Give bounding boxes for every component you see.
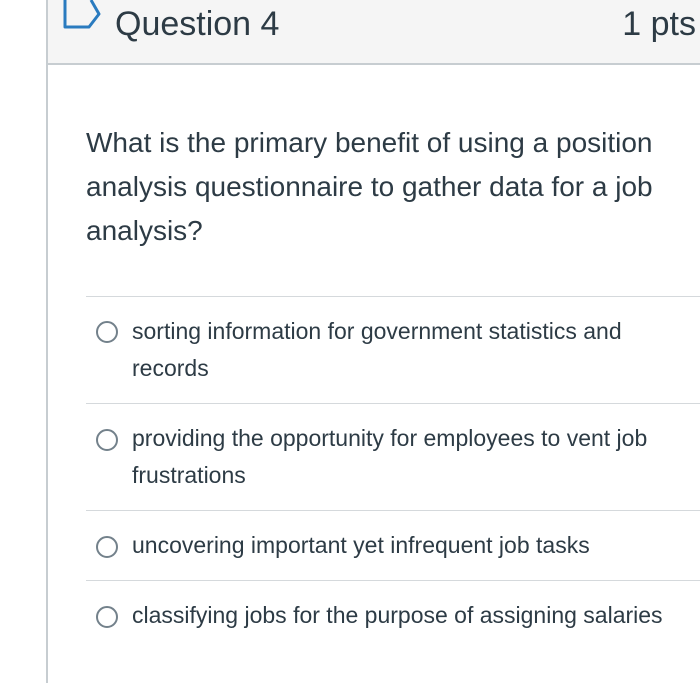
radio-unchecked-icon[interactable] [96,606,118,628]
answer-option-2[interactable]: providing the opportunity for employees … [86,404,700,510]
answer-option-label[interactable]: classifying jobs for the purpose of assi… [132,597,688,634]
answer-option-3[interactable]: uncovering important yet infrequent job … [86,511,700,580]
question-title: Question 4 [115,5,280,43]
radio-unchecked-icon[interactable] [96,429,118,451]
answer-option-1[interactable]: sorting information for government stati… [86,297,700,403]
answer-option-label[interactable]: sorting information for government stati… [132,313,688,387]
flag-question-icon[interactable] [62,0,102,34]
answer-option-label[interactable]: uncovering important yet infrequent job … [132,527,688,564]
question-points: 1 pts [622,5,696,43]
radio-unchecked-icon[interactable] [96,536,118,558]
answer-option-4[interactable]: classifying jobs for the purpose of assi… [86,581,700,683]
answer-option-label[interactable]: providing the opportunity for employees … [132,420,688,494]
question-left-border [46,0,48,683]
question-text: What is the primary benefit of using a p… [86,127,653,246]
radio-unchecked-icon[interactable] [96,321,118,343]
